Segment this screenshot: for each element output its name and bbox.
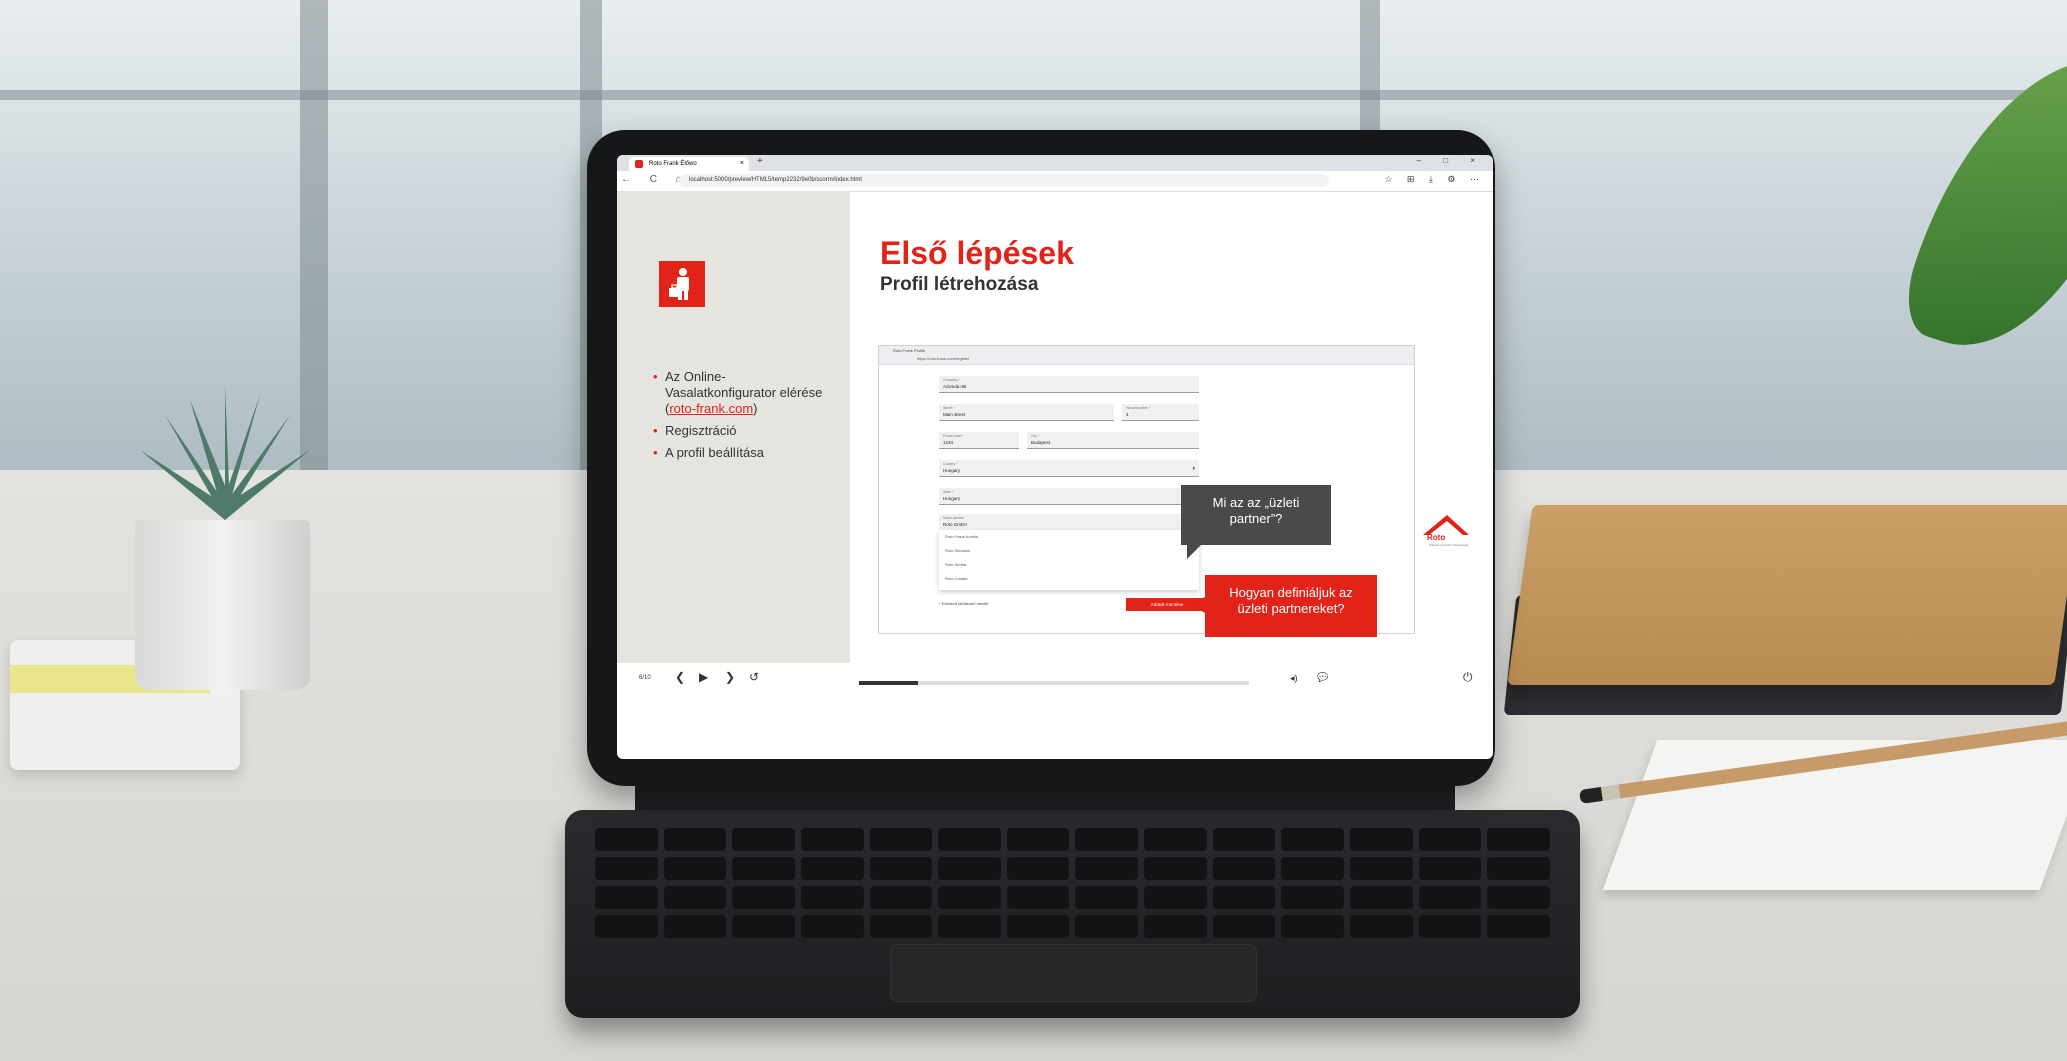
field-value: Roto GmbH: [943, 522, 967, 527]
field-value: 4: [1126, 412, 1129, 417]
tab-title: Roto Frank Élőwo: [649, 161, 697, 167]
chat-icon[interactable]: 💬: [1317, 672, 1328, 683]
trackpad[interactable]: [890, 944, 1257, 1002]
logo-name: Roto: [1427, 533, 1446, 542]
field-label: City *: [1031, 434, 1040, 438]
state-select: State * Hungary ▾: [939, 488, 1199, 505]
window-frame: [0, 90, 2067, 100]
prev-icon[interactable]: ❮: [675, 670, 685, 684]
close-tab-icon[interactable]: ×: [740, 157, 744, 171]
address-bar: ← C ⌂ localhost:5000/preview/HTML5/temp2…: [617, 171, 1493, 192]
required-note: * Kötelező kitöltendő mezők: [939, 601, 989, 606]
dropdown-item: Roto Slovakia: [945, 548, 970, 553]
sales-partner-select: Sales partner Roto GmbH ▴: [939, 514, 1199, 531]
roto-frank-link[interactable]: roto-frank.com: [669, 401, 753, 416]
field-value: 1234: [943, 440, 954, 445]
company-field: Company * Azienda AB: [939, 376, 1199, 393]
window-controls[interactable]: – □ ×: [1417, 156, 1485, 165]
city-field: City * Budapest: [1027, 432, 1199, 449]
power-icon[interactable]: ⏻: [1463, 670, 1473, 685]
succulent-plant: [140, 385, 310, 520]
dropdown-item: Roto Croatia: [945, 576, 968, 581]
notebook: [1507, 505, 2067, 685]
keyboard: [565, 810, 1580, 1018]
field-label: State *: [943, 490, 954, 494]
field-label: Housenumber *: [1126, 406, 1151, 410]
key-grid: [595, 828, 1550, 938]
url-input[interactable]: localhost:5000/preview/HTML5/temp2232/9e…: [679, 174, 1329, 187]
bullet-item: A profil beállítása: [653, 445, 833, 461]
slide-sidebar: Az Online-Vasalatkonfigurator elérése (r…: [617, 191, 850, 663]
dropdown-list: Roto Frank Austria Roto Slovakia Roto Se…: [939, 530, 1199, 590]
callout-business-partner: Mi az az „üzleti partner”?: [1181, 485, 1331, 559]
field-value: Budapest: [1031, 440, 1051, 445]
street-field: Street * Main street: [939, 404, 1114, 421]
toolbar-icons[interactable]: ☆ ⊞ ⤓ ⚙ ⋯: [1384, 174, 1485, 185]
inner-tab-title: Roto Frank Profile: [893, 348, 926, 353]
field-label: Postal code *: [943, 434, 964, 438]
new-tab-button[interactable]: +: [757, 156, 763, 167]
field-value: Azienda AB: [943, 384, 967, 389]
callout-define-partners: Hogyan definiáljuk az üzleti partnereket…: [1191, 575, 1377, 637]
tablet-screen: Roto Frank Élőwo × + – □ × ← C ⌂ localho…: [617, 155, 1493, 759]
caret-down-icon: ▾: [1192, 466, 1195, 472]
replay-icon[interactable]: ↺: [749, 670, 759, 684]
field-label: Sales partner: [943, 516, 964, 520]
inner-url: https://roto-frank.com/register: [917, 356, 970, 361]
field-label: Street *: [943, 406, 955, 410]
field-label: Company *: [943, 378, 961, 382]
dropdown-item: Roto Frank Austria: [945, 534, 979, 539]
browser-tabbar: Roto Frank Élőwo × + – □ ×: [617, 155, 1493, 171]
next-icon[interactable]: ❯: [725, 670, 735, 684]
person-briefcase-icon: [659, 261, 705, 307]
page-counter: 6/10: [639, 675, 651, 681]
field-value: Main street: [943, 412, 966, 417]
postal-code-field: Postal code * 1234: [939, 432, 1019, 449]
progress-fill: [859, 681, 918, 685]
volume-icon[interactable]: ◂): [1290, 673, 1298, 684]
field-label: Country *: [943, 462, 958, 466]
logo-tagline: Window and Door Technology: [1429, 543, 1469, 547]
browser-tab[interactable]: Roto Frank Élőwo ×: [629, 157, 749, 171]
inner-browser-bar: Roto Frank Profile https://roto-frank.co…: [879, 346, 1414, 365]
player-controls: 6/10 ❮ ▶ ❯ ↺ ◂) 💬 ⏻: [617, 663, 1493, 703]
favicon-icon: [635, 160, 643, 168]
bullet-text: Az Online-Vasalatkonfigurator elérése: [665, 369, 823, 400]
bullet-item: Az Online-Vasalatkonfigurator elérése (r…: [653, 369, 833, 417]
housenumber-field: Housenumber * 4: [1122, 404, 1199, 421]
bullet-item: Regisztráció: [653, 423, 833, 439]
bullet-list: Az Online-Vasalatkonfigurator elérése (r…: [653, 369, 833, 467]
slide-title: Első lépések: [880, 235, 1074, 271]
slide-subtitle: Profil létrehozása: [880, 274, 1039, 295]
progress-bar[interactable]: [859, 681, 1249, 685]
play-icon[interactable]: ▶: [699, 670, 708, 684]
field-value: Hungary: [943, 468, 961, 473]
plant-pot: [135, 520, 310, 690]
dropdown-item: Roto Serbia: [945, 562, 967, 567]
country-select: Country * Hungary ▾: [939, 460, 1199, 477]
field-value: Hungary: [943, 496, 961, 501]
